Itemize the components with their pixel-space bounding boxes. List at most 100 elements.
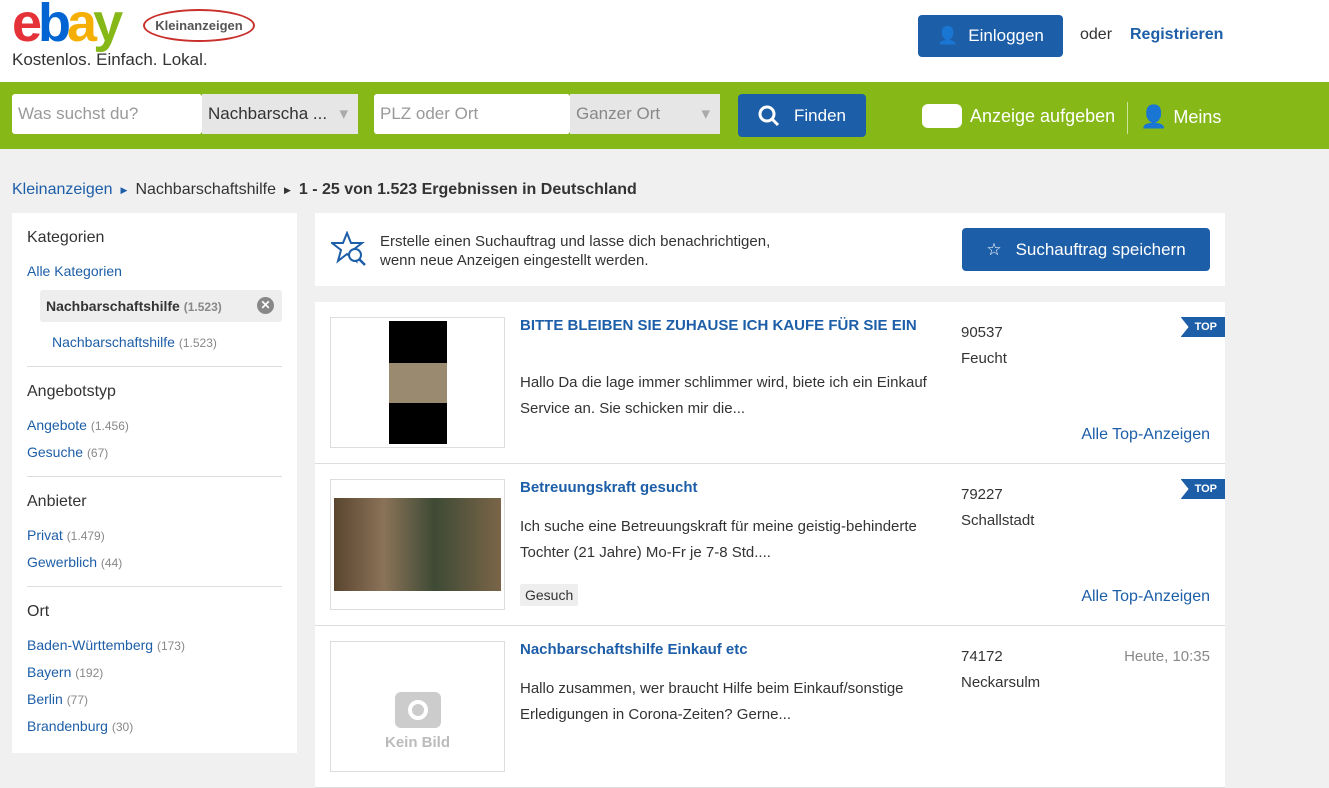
results-count: 1 - 25 von 1.523 Ergebnissen in Deutschl… (298, 181, 637, 198)
selected-category: Nachbarschaftshilfe (1.523) ✕ (40, 290, 282, 322)
count: (1.523) (178, 336, 217, 350)
filter-ort[interactable]: Bayern (192) (27, 664, 282, 680)
listing-item[interactable]: Kein Bild Nachbarschaftshilfe Einkauf et… (315, 626, 1225, 788)
search-icon (758, 105, 780, 126)
anbieter-heading: Anbieter (27, 493, 87, 510)
ebay-logo[interactable]: ebay (12, 0, 123, 50)
close-icon[interactable]: ✕ (257, 297, 274, 314)
login-label: Einloggen (968, 26, 1044, 45)
listing-title[interactable]: BITTE BLEIBEN SIE ZUHAUSE ICH KAUFE FÜR … (520, 317, 930, 335)
login-button[interactable]: 👤 Einloggen (918, 15, 1063, 57)
no-image-label: Kein Bild (384, 734, 450, 751)
gesuch-tag: Gesuch (520, 584, 579, 606)
angebotstyp-heading: Angebotstyp (27, 383, 116, 400)
divider (27, 476, 282, 477)
find-button[interactable]: Finden (738, 94, 866, 137)
count: (1.479) (66, 529, 105, 543)
count: (192) (75, 666, 104, 680)
find-label: Finden (794, 105, 846, 125)
label: Gesuche (27, 444, 84, 460)
post-ad-button[interactable]: Anzeige aufgeben (922, 104, 1115, 128)
register-link[interactable]: Registrieren (1130, 26, 1223, 44)
listing-image[interactable] (330, 317, 505, 448)
filter-gesuche[interactable]: Gesuche (67) (27, 444, 282, 460)
city: Feucht (961, 350, 1007, 367)
filter-ort[interactable]: Baden-Württemberg (173) (27, 637, 282, 653)
postal-code: 90537 (961, 324, 1003, 341)
count: (67) (86, 446, 109, 460)
listing-location: 90537 Feucht (961, 320, 1007, 372)
count: (77) (66, 693, 89, 707)
breadcrumb-root[interactable]: Kleinanzeigen (12, 181, 113, 199)
count: (1.456) (90, 419, 129, 433)
user-icon: 👤 (937, 26, 959, 45)
label: Gewerblich (27, 554, 98, 570)
star-search-icon (331, 231, 366, 266)
listing-location: 74172 Neckarsulm (961, 644, 1040, 696)
top-badge: TOP (1180, 479, 1225, 499)
listing-item[interactable]: Betreuungskraft gesucht Ich suche eine B… (315, 464, 1225, 626)
search-bar: Was suchst du? Nachbarscha ... PLZ oder … (0, 82, 1329, 149)
listing-title[interactable]: Betreuungskraft gesucht (520, 479, 930, 497)
breadcrumb: Kleinanzeigen ▶ Nachbarschaftshilfe ▶ 1 - … (12, 181, 637, 199)
listing-description: Hallo Da die lage immer schlimmer wird, … (520, 374, 927, 417)
all-top-ads-link[interactable]: Alle Top-Anzeigen (1081, 588, 1210, 606)
postal-code: 74172 (961, 648, 1003, 665)
listing-item[interactable]: BITTE BLEIBEN SIE ZUHAUSE ICH KAUFE FÜR … (315, 302, 1225, 464)
listing-description: Hallo zusammen, wer braucht Hilfe beim E… (520, 680, 904, 723)
top-badge: TOP (1180, 317, 1225, 337)
location-input[interactable]: PLZ oder Ort (374, 94, 570, 134)
filter-ort[interactable]: Brandenburg (30) (27, 718, 282, 734)
count: (30) (111, 720, 134, 734)
breadcrumb-category: Nachbarschaftshilfe (135, 181, 276, 198)
alert-text-2: wenn neue Anzeigen eingestellt werden. (380, 252, 649, 269)
selected-category-label: Nachbarschaftshilfe (46, 298, 180, 314)
chevron-right-icon: ▶ (120, 184, 128, 195)
listing-description: Ich suche eine Betreuungskraft für meine… (520, 518, 917, 561)
save-search-button[interactable]: ☆ Suchauftrag speichern (962, 228, 1210, 271)
listing-title[interactable]: Nachbarschaftshilfe Einkauf etc (520, 641, 930, 659)
category-select[interactable]: Nachbarscha ... (202, 94, 358, 134)
user-icon: 👤 (1140, 104, 1168, 129)
filter-ort[interactable]: Berlin (77) (27, 691, 282, 707)
label: Bayern (27, 664, 72, 680)
meins-label: Meins (1173, 106, 1222, 127)
divider (27, 366, 282, 367)
alert-text-1: Erstelle einen Suchauftrag und lasse dic… (380, 233, 771, 250)
count: (44) (100, 556, 123, 570)
chevron-right-icon: ▶ (283, 184, 291, 195)
ort-heading: Ort (27, 603, 50, 620)
tagline: Kostenlos. Einfach. Lokal. (12, 50, 208, 69)
search-input[interactable]: Was suchst du? (12, 94, 202, 134)
filter-gewerblich[interactable]: Gewerblich (44) (27, 554, 282, 570)
divider (27, 586, 282, 587)
filter-privat[interactable]: Privat (1.479) (27, 527, 282, 543)
all-top-ads-link[interactable]: Alle Top-Anzeigen (1081, 426, 1210, 444)
label: Brandenburg (27, 718, 108, 734)
filter-angebote[interactable]: Angebote (1.456) (27, 417, 282, 433)
label: Angebote (27, 417, 87, 433)
listing-date: Heute, 10:35 (1124, 648, 1210, 665)
post-ad-label: Anzeige aufgeben (970, 105, 1116, 126)
all-categories-link[interactable]: Alle Kategorien (27, 263, 282, 279)
listing-location: 79227 Schallstadt (961, 482, 1034, 534)
kategorien-heading: Kategorien (27, 229, 105, 246)
listing-image[interactable] (330, 479, 505, 610)
subcategory-link[interactable]: Nachbarschaftshilfe (1.523) (52, 334, 282, 350)
label: Berlin (27, 691, 63, 707)
city: Neckarsulm (961, 674, 1041, 691)
divider (1127, 102, 1128, 134)
save-search-label: Suchauftrag speichern (1015, 239, 1186, 259)
post-ad-icon (922, 104, 962, 128)
count: (173) (156, 639, 185, 653)
header: ebay Kleinanzeigen Kostenlos. Einfach. L… (0, 0, 1329, 82)
count: (1.523) (183, 300, 222, 314)
meins-button[interactable]: 👤 Meins (1140, 104, 1221, 130)
label: Baden-Württemberg (27, 637, 154, 653)
label: Nachbarschaftshilfe (52, 334, 175, 350)
radius-select[interactable]: Ganzer Ort (570, 94, 720, 134)
listing-image-placeholder[interactable]: Kein Bild (330, 641, 505, 772)
star-icon: ☆ (986, 239, 1002, 259)
oder-text: oder (1080, 26, 1113, 43)
camera-icon (394, 692, 441, 728)
